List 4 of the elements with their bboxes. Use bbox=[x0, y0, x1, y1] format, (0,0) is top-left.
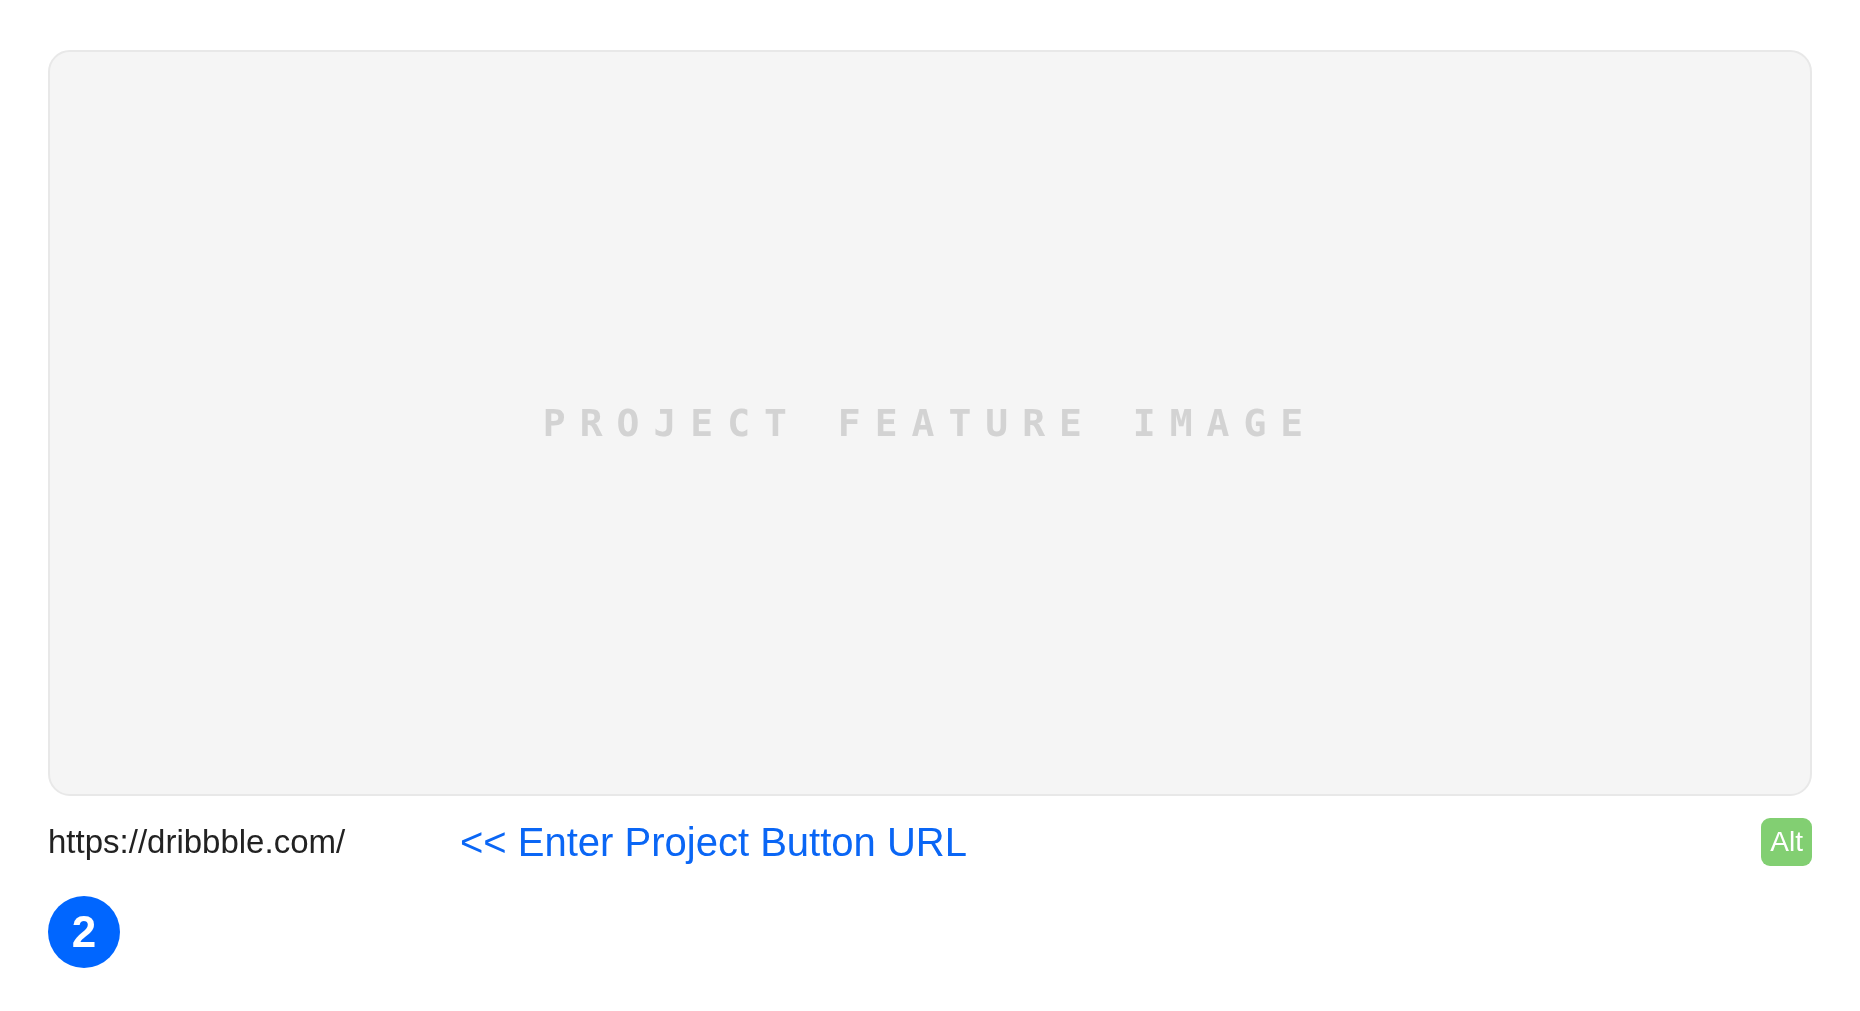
step-number-badge: 2 bbox=[48, 896, 120, 968]
url-hint: << Enter Project Button URL bbox=[460, 819, 967, 866]
alt-tag: Alt bbox=[1761, 818, 1812, 866]
url-input-field[interactable]: https://dribbble.com/ bbox=[48, 817, 408, 867]
